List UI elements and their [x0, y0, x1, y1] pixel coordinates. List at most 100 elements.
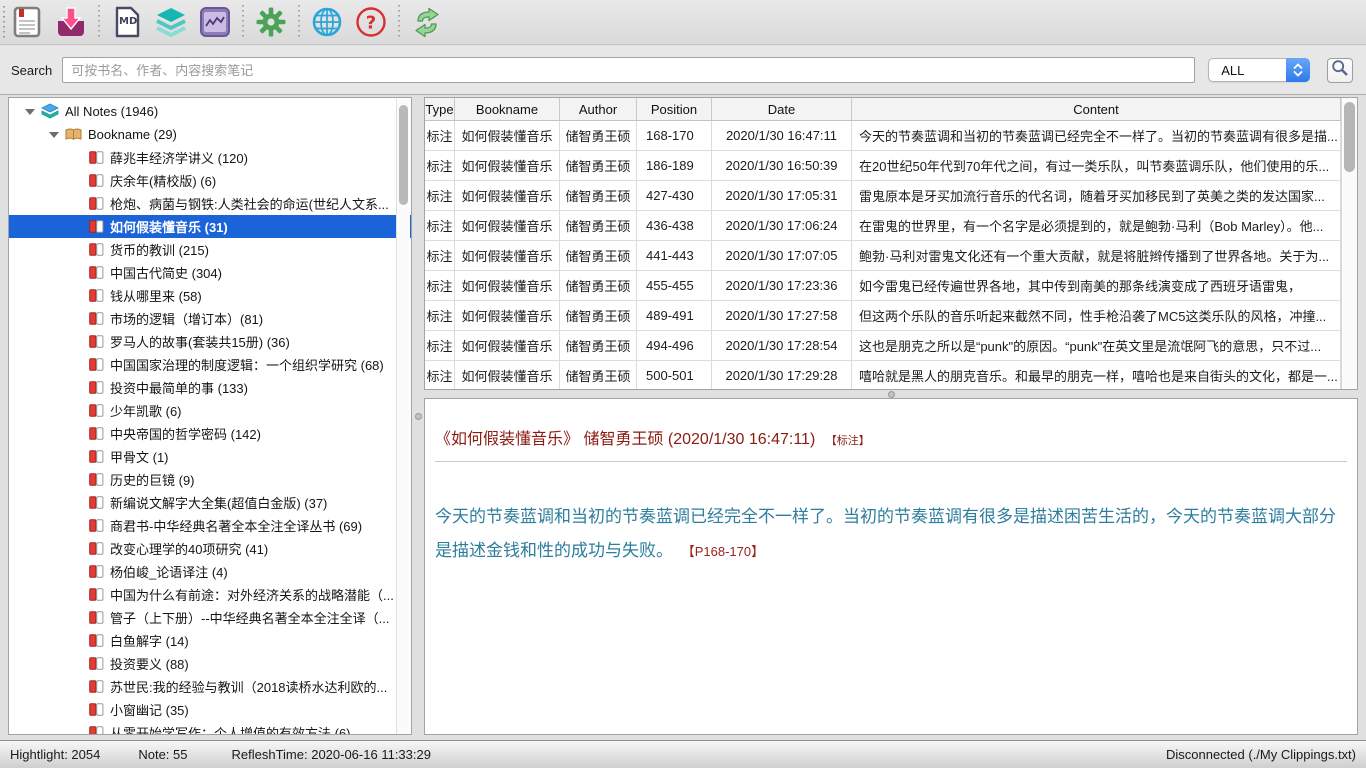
column-header-author[interactable]: Author: [560, 98, 637, 120]
sidebar-item-book[interactable]: 商君书-中华经典名著全本全注全译丛书 (69): [9, 514, 411, 537]
splitter-knob[interactable]: [415, 413, 422, 420]
cell-bookname: 如何假装懂音乐: [455, 241, 560, 270]
column-header-type[interactable]: Type: [425, 98, 455, 120]
book-icon: [89, 312, 104, 325]
cell-position: 489-491: [637, 301, 712, 330]
cell-type: 标注: [425, 121, 455, 150]
column-header-position[interactable]: Position: [637, 98, 712, 120]
import-button[interactable]: [49, 0, 93, 45]
book-icon: [89, 680, 104, 693]
help-button[interactable]: ?: [349, 0, 393, 45]
sidebar-scrollbar-thumb[interactable]: [399, 105, 408, 205]
column-header-bookname[interactable]: Bookname: [455, 98, 560, 120]
book-icon: [89, 611, 104, 624]
sidebar-item-label: 中央帝国的哲学密码 (142): [110, 424, 261, 443]
search-input[interactable]: [62, 57, 1195, 83]
sidebar-item-label: 投资中最简单的事 (133): [110, 378, 248, 397]
sidebar-item-book[interactable]: 小窗幽记 (35): [9, 698, 411, 721]
cell-date: 2020/1/30 16:50:39: [712, 151, 852, 180]
sidebar-item-book[interactable]: 货币的教训 (215): [9, 238, 411, 261]
cell-content: 但这两个乐队的音乐听起来截然不同，性手枪沿袭了MC5这类乐队的风格，冲撞...: [852, 301, 1341, 330]
sidebar-item-book[interactable]: 管子（上下册）--中华经典名著全本全注全译（...: [9, 606, 411, 629]
sidebar-item-book[interactable]: 市场的逻辑（增订本）(81): [9, 307, 411, 330]
vertical-splitter[interactable]: [412, 97, 424, 735]
book-icon: [89, 289, 104, 302]
magnifier-icon: [1331, 59, 1349, 82]
table-scrollbar[interactable]: [1341, 98, 1357, 389]
sidebar-item-label: 改变心理学的40项研究 (41): [110, 539, 268, 558]
cell-position: 500-501: [637, 361, 712, 390]
sidebar-item-book[interactable]: 改变心理学的40项研究 (41): [9, 537, 411, 560]
note-type-tag: 【标注】: [826, 435, 870, 447]
table-row[interactable]: 标注 如何假装懂音乐 储智勇王硕 168-170 2020/1/30 16:47…: [425, 121, 1357, 151]
sidebar-item-book[interactable]: 中国古代简史 (304): [9, 261, 411, 284]
book-icon: [89, 565, 104, 578]
sidebar-item-book[interactable]: 枪炮、病菌与钢铁:人类社会的命运(世纪人文系...: [9, 192, 411, 215]
sidebar-item-book[interactable]: 罗马人的故事(套装共15册) (36): [9, 330, 411, 353]
clippings-document-button[interactable]: [5, 0, 49, 45]
book-icon: [89, 197, 104, 210]
sidebar-item-label: 中国古代简史 (304): [110, 263, 222, 282]
sidebar-item-book[interactable]: 杨伯峻_论语译注 (4): [9, 560, 411, 583]
sidebar-item-book[interactable]: 历史的巨镜 (9): [9, 468, 411, 491]
filter-select[interactable]: ALL: [1208, 58, 1310, 82]
sidebar-item-book[interactable]: 庆余年(精校版) (6): [9, 169, 411, 192]
sidebar-item-label: 小窗幽记 (35): [110, 700, 189, 719]
sidebar-item-book[interactable]: 中央帝国的哲学密码 (142): [9, 422, 411, 445]
sidebar-item-book[interactable]: 钱从哪里来 (58): [9, 284, 411, 307]
table-header: Type Bookname Author Position Date Conte…: [425, 98, 1357, 121]
cell-position: 436-438: [637, 211, 712, 240]
sidebar-item-label: 庆余年(精校版) (6): [110, 171, 216, 190]
markdown-export-button[interactable]: MD: [105, 0, 149, 45]
cell-position: 427-430: [637, 181, 712, 210]
cell-bookname: 如何假装懂音乐: [455, 271, 560, 300]
sidebar-item-book[interactable]: 新编说文解字大全集(超值白金版) (37): [9, 491, 411, 514]
layers-export-button[interactable]: [149, 0, 193, 45]
search-button[interactable]: [1327, 58, 1353, 83]
book-icon: [89, 496, 104, 509]
table-scrollbar-thumb[interactable]: [1344, 102, 1355, 172]
cell-date: 2020/1/30 17:27:58: [712, 301, 852, 330]
sidebar-item-book[interactable]: 甲骨文 (1): [9, 445, 411, 468]
toolbar-separator: [242, 5, 244, 39]
table-row[interactable]: 标注 如何假装懂音乐 储智勇王硕 489-491 2020/1/30 17:27…: [425, 301, 1357, 331]
svg-text:MD: MD: [119, 16, 137, 27]
sidebar-item-book[interactable]: 投资要义 (88): [9, 652, 411, 675]
sidebar-item-book[interactable]: 白鱼解字 (14): [9, 629, 411, 652]
table-row[interactable]: 标注 如何假装懂音乐 储智勇王硕 186-189 2020/1/30 16:50…: [425, 151, 1357, 181]
filter-select-value: ALL: [1209, 63, 1286, 78]
refresh-button[interactable]: [405, 0, 449, 45]
table-row[interactable]: 标注 如何假装懂音乐 储智勇王硕 427-430 2020/1/30 17:05…: [425, 181, 1357, 211]
statistics-button[interactable]: [193, 0, 237, 45]
sidebar-item-book[interactable]: 薛兆丰经济学讲义 (120): [9, 146, 411, 169]
table-row[interactable]: 标注 如何假装懂音乐 储智勇王硕 436-438 2020/1/30 17:06…: [425, 211, 1357, 241]
website-button[interactable]: [305, 0, 349, 45]
highlight-count: Hightlight: 2054: [10, 747, 100, 762]
table-row[interactable]: 标注 如何假装懂音乐 储智勇王硕 500-501 2020/1/30 17:29…: [425, 361, 1357, 390]
horizontal-splitter[interactable]: [424, 390, 1358, 398]
sidebar-item-book[interactable]: 投资中最简单的事 (133): [9, 376, 411, 399]
disclosure-triangle-icon[interactable]: [25, 109, 35, 115]
import-icon: [54, 6, 88, 38]
column-header-content[interactable]: Content: [852, 98, 1341, 120]
sidebar-item-book[interactable]: 中国国家治理的制度逻辑：一个组织学研究 (68): [9, 353, 411, 376]
cell-date: 2020/1/30 17:23:36: [712, 271, 852, 300]
sidebar-item-book[interactable]: 苏世民:我的经验与教训（2018读桥水达利欧的...: [9, 675, 411, 698]
splitter-knob[interactable]: [888, 391, 895, 398]
table-row[interactable]: 标注 如何假装懂音乐 储智勇王硕 455-455 2020/1/30 17:23…: [425, 271, 1357, 301]
sidebar-item-book[interactable]: 如何假装懂音乐 (31): [9, 215, 411, 238]
sidebar-item-book[interactable]: 从零开始学写作：个人增值的有效方法 (6): [9, 721, 411, 735]
cell-author: 储智勇王硕: [560, 331, 637, 360]
sidebar-item-book[interactable]: 中国为什么有前途：对外经济关系的战略潜能（...: [9, 583, 411, 606]
sidebar-item-all-notes[interactable]: All Notes (1946): [9, 100, 411, 123]
cell-position: 186-189: [637, 151, 712, 180]
sidebar-scrollbar[interactable]: [396, 99, 410, 735]
settings-button[interactable]: [249, 0, 293, 45]
sidebar-item-bookname[interactable]: Bookname (29): [9, 123, 411, 146]
table-row[interactable]: 标注 如何假装懂音乐 储智勇王硕 494-496 2020/1/30 17:28…: [425, 331, 1357, 361]
table-row[interactable]: 标注 如何假装懂音乐 储智勇王硕 441-443 2020/1/30 17:07…: [425, 241, 1357, 271]
sidebar-item-book[interactable]: 少年凯歌 (6): [9, 399, 411, 422]
disclosure-triangle-icon[interactable]: [49, 132, 59, 138]
cell-position: 455-455: [637, 271, 712, 300]
column-header-date[interactable]: Date: [712, 98, 852, 120]
